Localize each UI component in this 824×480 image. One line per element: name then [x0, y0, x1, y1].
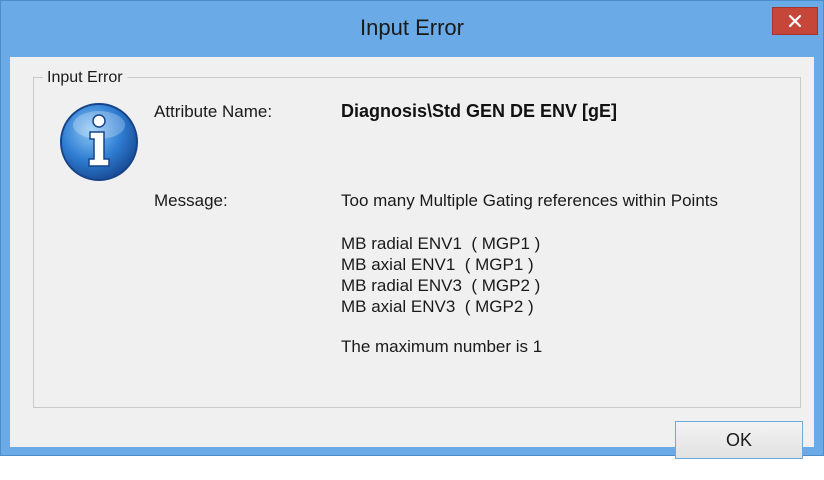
window-title: Input Error	[360, 15, 464, 40]
reference-item: MB radial ENV3 ( MGP2 )	[341, 276, 541, 295]
title-bar[interactable]: Input Error	[1, 1, 823, 57]
close-icon	[788, 14, 802, 28]
message-text: Too many Multiple Gating references with…	[341, 191, 719, 210]
attribute-name-value: Diagnosis\Std GEN DE ENV [gE]	[341, 101, 618, 121]
reference-item: MB radial ENV1 ( MGP1 )	[341, 234, 541, 253]
message-label: Message:	[154, 191, 228, 210]
attribute-name-label: Attribute Name:	[154, 102, 273, 121]
ok-button[interactable]: OK	[675, 421, 803, 459]
group-legend: Input Error	[43, 69, 127, 87]
reference-item: MB axial ENV1 ( MGP1 )	[341, 255, 534, 274]
maximum-number-text: The maximum number is 1	[341, 337, 543, 356]
dialog-window: Input Error Input Error Attribute Name:	[0, 0, 824, 459]
dialog-client-area: Input Error Attribute Name: Diagnosis\St…	[10, 57, 814, 459]
reference-item: MB axial ENV3 ( MGP2 )	[341, 297, 534, 316]
info-icon	[60, 103, 138, 181]
reference-list: MB radial ENV1 ( MGP1 ) MB axial ENV1 ( …	[341, 233, 540, 317]
close-button[interactable]	[772, 7, 818, 35]
